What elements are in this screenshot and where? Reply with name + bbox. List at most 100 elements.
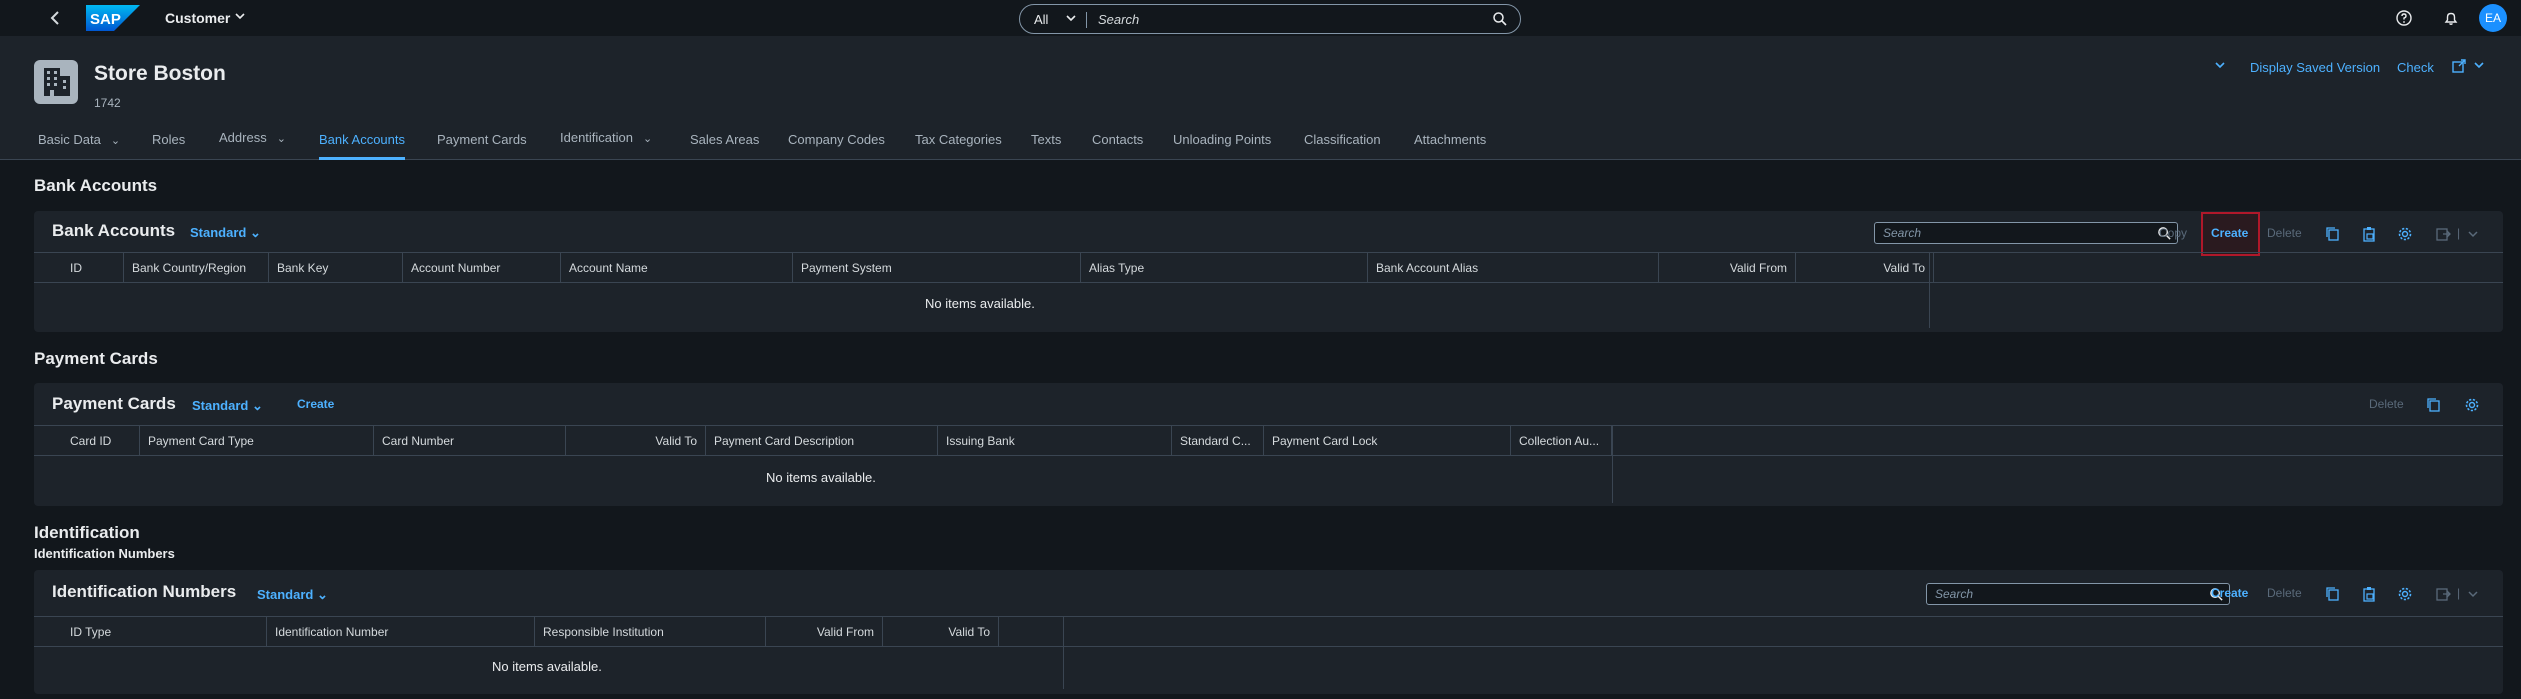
tab-payment-cards[interactable]: Payment Cards	[437, 132, 527, 160]
column-header-payment-card-type[interactable]: Payment Card Type	[140, 426, 374, 456]
column-header-valid-to[interactable]: Valid To	[566, 426, 706, 456]
column-header-valid-from[interactable]: Valid From	[1659, 253, 1796, 283]
chevron-down-icon[interactable]	[2213, 58, 2227, 75]
payment-cards-table: Card ID Payment Card Type Card Number Va…	[34, 425, 2503, 505]
section-title-bank-accounts: Bank Accounts	[34, 176, 158, 195]
tab-address[interactable]: Address ⌄	[219, 130, 286, 158]
divider: |	[2457, 226, 2461, 240]
search-input[interactable]: Search	[1098, 12, 1139, 27]
column-header-id[interactable]: ID	[34, 253, 124, 283]
chevron-down-icon[interactable]	[2467, 226, 2483, 242]
gear-icon[interactable]	[2464, 397, 2480, 413]
column-header-account-name[interactable]: Account Name	[561, 253, 793, 283]
create-button[interactable]: Create	[2211, 586, 2248, 600]
column-header-valid-to[interactable]: Valid To	[1796, 253, 1934, 283]
delete-button[interactable]: Delete	[2267, 586, 2302, 600]
object-header: Store Boston 1742 Display Saved Version …	[0, 36, 2521, 160]
svg-text:SAP: SAP	[90, 11, 121, 28]
tab-contacts[interactable]: Contacts	[1092, 132, 1143, 160]
paste-icon[interactable]	[2361, 586, 2377, 602]
check-button[interactable]: Check	[2397, 60, 2434, 75]
column-header-responsible-institution[interactable]: Responsible Institution	[535, 617, 766, 647]
table-header: ID Type Identification Number Responsibl…	[34, 617, 2503, 647]
search-icon[interactable]	[1492, 11, 1508, 30]
tab-texts[interactable]: Texts	[1031, 132, 1061, 160]
gear-icon[interactable]	[2397, 226, 2413, 242]
tab-classification[interactable]: Classification	[1304, 132, 1381, 160]
column-header-card-number[interactable]: Card Number	[374, 426, 566, 456]
product-title[interactable]: Customer	[165, 10, 230, 26]
column-header-standard-card[interactable]: Standard C...	[1172, 426, 1264, 456]
chevron-down-icon[interactable]	[2473, 58, 2485, 75]
column-header-alias-type[interactable]: Alias Type	[1081, 253, 1368, 283]
variant-selector[interactable]: Standard ⌄	[257, 587, 328, 603]
column-header-valid-from[interactable]: Valid From	[766, 617, 883, 647]
column-header-bank-account-alias[interactable]: Bank Account Alias	[1368, 253, 1659, 283]
back-icon[interactable]	[46, 8, 66, 28]
column-header-account-number[interactable]: Account Number	[403, 253, 561, 283]
subsection-title-identification-numbers: Identification Numbers	[34, 546, 175, 561]
search-scope[interactable]: All	[1034, 12, 1048, 27]
copy-icon[interactable]	[2426, 397, 2442, 413]
identification-numbers-table: ID Type Identification Number Responsibl…	[34, 616, 2503, 694]
column-header-issuing-bank[interactable]: Issuing Bank	[938, 426, 1172, 456]
variant-selector[interactable]: Standard ⌄	[192, 398, 263, 414]
chevron-down-icon: ⌄	[276, 133, 286, 145]
chevron-down-icon: ⌄	[643, 133, 653, 145]
shell-bar: SAP Customer All Search EA	[0, 0, 2521, 36]
copy-button[interactable]: Copy	[2159, 226, 2187, 240]
create-button[interactable]: Create	[2211, 226, 2248, 240]
sap-logo[interactable]: SAP	[86, 5, 140, 31]
bell-icon[interactable]	[2442, 9, 2460, 27]
column-header-id-type[interactable]: ID Type	[34, 617, 267, 647]
share-icon[interactable]	[2451, 58, 2467, 77]
tab-tax-categories[interactable]: Tax Categories	[915, 132, 1002, 160]
table-search-input[interactable]: Search	[1874, 222, 2178, 244]
page-title: Store Boston	[94, 62, 226, 85]
table-header: Card ID Payment Card Type Card Number Va…	[34, 426, 2503, 456]
delete-button[interactable]: Delete	[2267, 226, 2302, 240]
tab-basic-data[interactable]: Basic Data ⌄	[38, 132, 120, 160]
table-search-input[interactable]: Search	[1926, 583, 2230, 605]
tab-company-codes[interactable]: Company Codes	[788, 132, 885, 160]
tab-bank-accounts[interactable]: Bank Accounts	[319, 132, 405, 160]
copy-icon[interactable]	[2325, 226, 2341, 242]
column-header-bank-key[interactable]: Bank Key	[269, 253, 403, 283]
bank-accounts-panel: Bank Accounts Standard ⌄ Search Copy Cre…	[34, 211, 2503, 332]
global-search[interactable]: All Search	[1019, 4, 1521, 34]
export-icon[interactable]	[2435, 586, 2451, 602]
table-title: Payment Cards	[52, 394, 176, 413]
column-header-payment-system[interactable]: Payment System	[793, 253, 1081, 283]
column-header-card-id[interactable]: Card ID	[34, 426, 140, 456]
chevron-down-icon[interactable]	[234, 9, 246, 26]
display-saved-version-button[interactable]: Display Saved Version	[2250, 60, 2380, 75]
divider	[1063, 617, 1064, 689]
column-header-payment-card-description[interactable]: Payment Card Description	[706, 426, 938, 456]
column-header-bank-country[interactable]: Bank Country/Region	[124, 253, 269, 283]
variant-selector[interactable]: Standard ⌄	[190, 225, 261, 241]
tab-identification[interactable]: Identification ⌄	[560, 130, 652, 158]
create-button[interactable]: Create	[297, 397, 334, 411]
avatar[interactable]: EA	[2479, 4, 2507, 32]
empty-message: No items available.	[492, 659, 602, 674]
gear-icon[interactable]	[2397, 586, 2413, 602]
table-header: ID Bank Country/Region Bank Key Account …	[34, 253, 2503, 283]
column-header-collection-authorization[interactable]: Collection Au...	[1511, 426, 1612, 456]
column-header-identification-number[interactable]: Identification Number	[267, 617, 535, 647]
help-icon[interactable]	[2395, 9, 2413, 27]
copy-icon[interactable]	[2325, 586, 2341, 602]
tab-roles[interactable]: Roles	[152, 132, 185, 160]
export-icon[interactable]	[2435, 226, 2451, 242]
tab-sales-areas[interactable]: Sales Areas	[690, 132, 759, 160]
delete-button[interactable]: Delete	[2369, 397, 2404, 411]
paste-icon[interactable]	[2361, 226, 2377, 242]
chevron-down-icon[interactable]	[2467, 586, 2483, 602]
divider: |	[2457, 586, 2461, 600]
tab-unloading-points[interactable]: Unloading Points	[1173, 132, 1271, 160]
column-header-payment-card-lock[interactable]: Payment Card Lock	[1264, 426, 1511, 456]
chevron-down-icon[interactable]	[1065, 10, 1077, 29]
chevron-down-icon: ⌄	[316, 587, 328, 602]
column-header-valid-to[interactable]: Valid To	[883, 617, 999, 647]
table-title: Identification Numbers	[52, 582, 237, 601]
tab-attachments[interactable]: Attachments	[1414, 132, 1486, 160]
